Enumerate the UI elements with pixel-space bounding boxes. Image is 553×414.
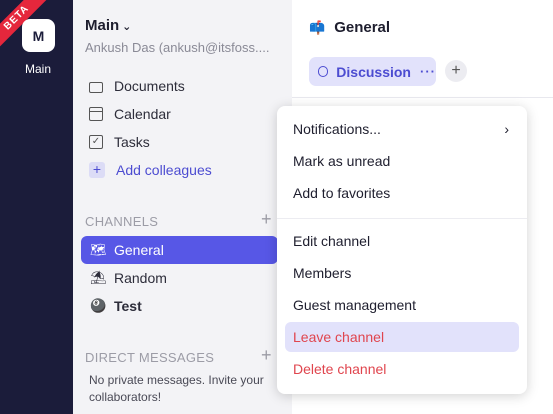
channel-label: Test (114, 298, 142, 314)
menu-item-leave-channel[interactable]: Leave channel (285, 322, 519, 352)
sidebar-item-label: Add colleagues (116, 162, 212, 178)
add-channel-icon[interactable]: + (261, 209, 272, 230)
add-colleagues-button[interactable]: + Add colleagues (89, 160, 212, 180)
mailbox-icon: 📫 (309, 19, 326, 35)
menu-item-notifications[interactable]: Notifications... › (285, 114, 519, 144)
channel-context-menu: Notifications... › Mark as unread Add to… (277, 106, 527, 394)
sidebar: Main ⌄ Ankush Das (ankush@itsfoss.... Doc… (73, 0, 292, 414)
8-ball-icon: 🎱 (90, 298, 107, 313)
dm-empty-state: No private messages. Invite your collabo… (89, 373, 264, 404)
workspace-name: Main (85, 17, 120, 34)
menu-item-guest-management[interactable]: Guest management (285, 290, 519, 320)
menu-divider (277, 218, 527, 219)
menu-item-label: Notifications... (293, 121, 381, 137)
map-icon: 🗺 (90, 242, 107, 257)
checkbox-icon: ✓ (89, 135, 103, 149)
calendar-icon (89, 107, 103, 121)
menu-item-add-favorites[interactable]: Add to favorites (285, 178, 519, 208)
channel-header: 📫 General (309, 19, 390, 36)
page-title: General (334, 19, 391, 36)
add-tab-button[interactable]: + (445, 60, 467, 82)
sidebar-item-label: Calendar (114, 106, 171, 122)
menu-item-edit-channel[interactable]: Edit channel (285, 226, 519, 256)
add-dm-icon[interactable]: + (261, 345, 272, 366)
sidebar-item-label: Documents (114, 78, 185, 94)
tab-discussion[interactable]: Discussion ··· (309, 57, 436, 86)
umbrella-icon: ⛱ (90, 270, 107, 285)
chevron-down-icon: ⌄ (122, 21, 132, 33)
chevron-right-icon: › (504, 121, 509, 137)
menu-item-mark-unread[interactable]: Mark as unread (285, 146, 519, 176)
sidebar-item-calendar[interactable]: Calendar (89, 104, 171, 124)
workspace-avatar[interactable]: M (22, 19, 55, 52)
channel-random[interactable]: ⛱ Random (81, 264, 278, 292)
more-options-icon[interactable]: ··· (420, 64, 436, 79)
workspace-switcher[interactable]: Main ⌄ (85, 17, 131, 34)
chat-bubble-icon (318, 66, 329, 77)
workspace-user: Ankush Das (ankush@itsfoss.... (85, 40, 270, 55)
workspace-rail: BETA M Main (0, 0, 73, 414)
sidebar-item-documents[interactable]: Documents (89, 76, 185, 96)
direct-messages-header: DIRECT MESSAGES (85, 350, 215, 365)
sidebar-item-label: Tasks (114, 134, 150, 150)
channel-label: General (114, 242, 164, 258)
header-divider (292, 97, 553, 98)
plus-icon: + (89, 162, 105, 178)
channels-header: CHANNELS (85, 214, 159, 229)
channel-test[interactable]: 🎱 Test (81, 292, 278, 320)
menu-item-delete-channel[interactable]: Delete channel (285, 354, 519, 384)
folder-icon (89, 81, 103, 93)
channel-general[interactable]: 🗺 General (81, 236, 278, 264)
channel-label: Random (114, 270, 167, 286)
sidebar-item-tasks[interactable]: ✓ Tasks (89, 132, 150, 152)
menu-item-members[interactable]: Members (285, 258, 519, 288)
workspace-label: Main (24, 62, 51, 76)
tab-label: Discussion (336, 63, 411, 80)
